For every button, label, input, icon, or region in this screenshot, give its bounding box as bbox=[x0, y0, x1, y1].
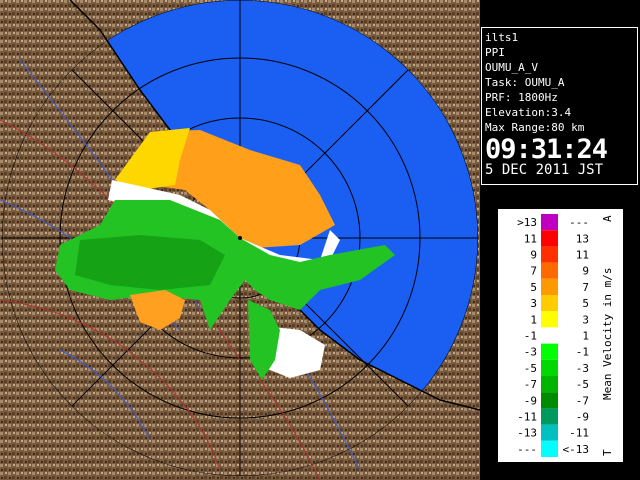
legend-bottom-marker: T bbox=[601, 449, 614, 456]
legend-low-label: -5 bbox=[524, 362, 537, 375]
legend-low-label: 11 bbox=[524, 232, 537, 245]
legend-high-label: 5 bbox=[582, 297, 589, 310]
legend-swatch bbox=[541, 408, 558, 425]
legend-swatch bbox=[541, 359, 558, 376]
legend-top-marker: A bbox=[601, 215, 614, 222]
radar-name: ilts1 bbox=[485, 31, 519, 44]
prf-value: PRF: 1800Hz bbox=[485, 91, 558, 104]
scan-mode: PPI bbox=[485, 46, 505, 59]
max-range-value: Max Range:80 km bbox=[485, 121, 585, 134]
radar-map[interactable] bbox=[0, 0, 480, 480]
legend-high-label: -9 bbox=[576, 411, 589, 424]
legend-low-label: >13 bbox=[517, 216, 537, 229]
scan-time: 09:31:24 bbox=[485, 134, 608, 165]
legend-swatch bbox=[541, 424, 558, 441]
legend-low-label: -1 bbox=[524, 330, 537, 343]
legend-swatch bbox=[541, 278, 558, 295]
legend-high-label: --- bbox=[569, 216, 589, 229]
info-panel: ilts1 PPI OUMU_A_V Task: OUMU_A PRF: 180… bbox=[481, 27, 638, 185]
legend-swatch bbox=[541, 295, 558, 312]
legend-low-label: -7 bbox=[524, 378, 537, 391]
legend-high-label: 9 bbox=[582, 265, 589, 278]
legend-low-label: --- bbox=[517, 443, 537, 456]
legend-high-label: -3 bbox=[576, 362, 589, 375]
legend-high-label: <-13 bbox=[563, 443, 590, 456]
legend-high-label: 7 bbox=[582, 281, 589, 294]
legend-low-label: -11 bbox=[517, 411, 537, 424]
velocity-legend: >13 --- 11 13 9 11 7 9 5 7 3 5 1 3 -1 1 -3 -1 -5 -3 -7 -5 -9 -7… bbox=[498, 209, 623, 462]
legend-swatch bbox=[541, 262, 558, 279]
legend-high-label: -7 bbox=[576, 394, 589, 407]
legend-swatch bbox=[541, 376, 558, 393]
legend-title: Mean Velocity in m/s bbox=[601, 268, 614, 400]
legend-high-label: -5 bbox=[576, 378, 589, 391]
legend-swatch bbox=[541, 343, 558, 360]
legend-high-label: 11 bbox=[576, 249, 589, 262]
legend-high-label: -11 bbox=[569, 427, 589, 440]
legend-high-label: 3 bbox=[582, 313, 589, 326]
legend-low-label: 3 bbox=[530, 297, 537, 310]
legend-low-label: 5 bbox=[530, 281, 537, 294]
legend-graphic: >13 ---11 139 117 95 73 51 3-1 1-3 -1-5 -3-7 -5-9 -7… bbox=[517, 214, 614, 457]
task-name: Task: OUMU_A bbox=[485, 76, 565, 89]
radar-display: ilts1 PPI OUMU_A_V Task: OUMU_A PRF: 180… bbox=[0, 0, 640, 480]
legend-swatch bbox=[541, 392, 558, 409]
legend-low-label: 1 bbox=[530, 313, 537, 326]
legend-low-label: -13 bbox=[517, 427, 537, 440]
legend-high-label: 1 bbox=[582, 330, 589, 343]
legend-low-label: -3 bbox=[524, 346, 537, 359]
product-name: OUMU_A_V bbox=[485, 61, 538, 74]
elevation-value: Elevation:3.4 bbox=[485, 106, 572, 119]
legend-low-label: 7 bbox=[530, 265, 537, 278]
legend-low-label: 9 bbox=[530, 249, 537, 262]
legend-high-label: -1 bbox=[576, 346, 589, 359]
legend-swatch bbox=[541, 327, 558, 344]
legend-high-label: 13 bbox=[576, 232, 589, 245]
legend-low-label: -9 bbox=[524, 394, 537, 407]
legend-swatch bbox=[541, 440, 558, 457]
legend-swatch bbox=[541, 230, 558, 247]
legend-swatch bbox=[541, 246, 558, 263]
legend-swatch bbox=[541, 214, 558, 231]
legend-swatch bbox=[541, 311, 558, 328]
radar-site-marker bbox=[238, 236, 242, 240]
scan-date: 5 DEC 2011 JST bbox=[485, 162, 604, 178]
